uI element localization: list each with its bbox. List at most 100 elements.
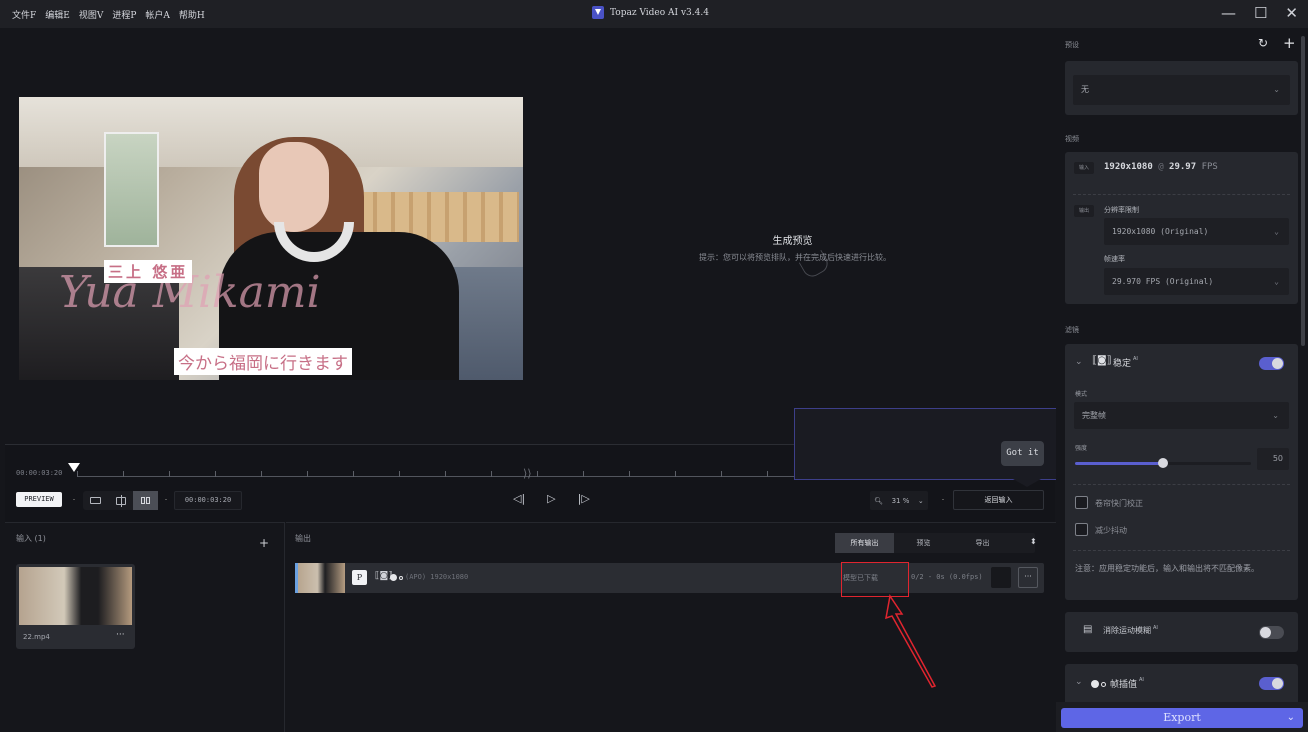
input-at: @ (1158, 162, 1164, 172)
rolling-shutter-checkbox[interactable] (1075, 496, 1088, 509)
strength-input[interactable]: 50 (1257, 448, 1289, 470)
previous-frame-button[interactable]: ◁| (513, 492, 525, 505)
topaz-logo-icon (592, 6, 604, 19)
motion-deblur-card: ▤ 消除运动模糊 AI (1065, 612, 1298, 652)
motion-deblur-title-text: 消除运动模糊 (1103, 626, 1151, 635)
timeline-tick (537, 471, 538, 477)
output-row[interactable]: P ⟦◙⟧ (APO) 1920x1080 模型已下载 0/2 - 0s (0.… (295, 563, 1044, 593)
onboarding-tooltip: Got it (794, 408, 1064, 487)
reduce-jitter-checkbox[interactable] (1075, 523, 1088, 536)
add-input-button[interactable]: + (259, 536, 269, 550)
framerate-dropdown[interactable]: 29.970 FPS (Original) ⌄ (1104, 268, 1289, 295)
frame-interpolation-title-text: 帧插值 (1110, 680, 1138, 690)
strength-slider-fill (1075, 462, 1163, 465)
generate-preview-hint: 提示：您可以将预览排队，并在完成后快速进行比较。 (699, 253, 891, 262)
got-it-button[interactable]: Got it (1001, 441, 1044, 466)
close-button[interactable]: ✕ (1285, 4, 1298, 22)
play-button[interactable]: ▷ (547, 492, 555, 505)
frame-interpolation-icon (1091, 680, 1106, 688)
video-label: 视频 (1065, 135, 1079, 143)
chevron-down-icon: ⌄ (1273, 85, 1280, 94)
timeline-tick (767, 471, 768, 477)
zoom-icon: 🔍︎ (874, 496, 884, 505)
stabilize-note: 注意：应用稳定功能后，输入和输出将不匹配像素。 (1075, 564, 1259, 573)
chevron-down-icon: ⌄ (1272, 411, 1279, 420)
output-more-button[interactable]: ··· (1018, 567, 1038, 588)
rolling-shutter-label: 卷帘快门校正 (1095, 499, 1143, 508)
sidebar-scrollbar[interactable] (1301, 36, 1305, 346)
annotation-highlight-box (841, 562, 909, 597)
mode-label: 模式 (1075, 391, 1088, 398)
menu-file[interactable]: 文件F (12, 8, 36, 21)
menu-process[interactable]: 进程P (112, 8, 136, 21)
video-settings-card: 输入 1920x1080 @ 29.97 FPS 输出 分辨率限制 1920x1… (1065, 152, 1298, 304)
input-video-card[interactable]: 22.mp4 ··· (16, 564, 135, 649)
playhead-handle[interactable] (68, 463, 80, 472)
video-caption-name: 三上 悠亜 (104, 260, 193, 283)
motion-deblur-toggle[interactable] (1259, 626, 1284, 639)
chevron-down-icon[interactable]: ⌄ (1075, 677, 1083, 687)
menu-view[interactable]: 视图V (79, 8, 104, 21)
window-controls: — ☐ ✕ (1221, 4, 1298, 22)
single-view-button[interactable] (83, 491, 108, 510)
timeline-tick (491, 471, 492, 477)
framerate-value: 29.970 FPS (Original) (1112, 277, 1214, 286)
timeline-tick (215, 471, 216, 477)
resolution-dropdown[interactable]: 1920x1080 (Original) ⌄ (1104, 218, 1289, 245)
input-spec: 1920x1080 @ 29.97 FPS (1104, 162, 1218, 172)
motion-deblur-icon: ▤ (1083, 624, 1093, 635)
add-preset-icon[interactable]: + (1283, 34, 1296, 52)
menu-account[interactable]: 帐户A (145, 8, 170, 21)
chevron-down-icon[interactable]: ⌄ (1287, 708, 1295, 728)
timeline-tick (169, 471, 170, 477)
input-tag: 输入 (1074, 162, 1094, 174)
preview-area: Yua Mikami 三上 悠亜 今から福岡に行きます 生成预览 提示：您可以将… (5, 28, 1055, 444)
menu-help[interactable]: 帮助H (179, 8, 205, 21)
timeline-tick (307, 471, 308, 477)
chevron-down-icon: ⌄ (917, 496, 924, 505)
input-filename: 22.mp4 (23, 633, 50, 641)
frame-interpolation-toggle[interactable] (1259, 677, 1284, 690)
export-label: Export (1163, 711, 1201, 724)
input-more-button[interactable]: ··· (116, 630, 125, 640)
back-to-input-button[interactable]: 返回输入 (953, 490, 1044, 510)
side-by-side-view-button[interactable] (133, 491, 158, 510)
app-title: Topaz Video AI v3.4.4 (592, 6, 709, 19)
tab-previews[interactable]: 预览 (894, 533, 953, 553)
timeline-tick (583, 471, 584, 477)
preview-button[interactable]: PREVIEW (16, 492, 62, 507)
generate-preview-title[interactable]: 生成预览 (705, 232, 880, 247)
zoom-dropdown[interactable]: 🔍︎ 31 % ⌄ (870, 491, 928, 510)
stabilize-toggle[interactable] (1259, 357, 1284, 370)
split-view-button[interactable] (108, 491, 133, 510)
preset-card: 无 ⌄ (1065, 61, 1298, 115)
timeline-track[interactable] (77, 471, 857, 477)
strength-slider-handle[interactable] (1158, 458, 1168, 468)
frame-interpolation-icon (390, 574, 403, 581)
reset-preset-icon[interactable]: ↻ (1258, 36, 1268, 50)
time-input[interactable]: 00:00:03:20 (174, 491, 242, 510)
strength-slider[interactable] (1075, 458, 1251, 468)
divider (1073, 484, 1290, 485)
maximize-button[interactable]: ☐ (1254, 4, 1267, 22)
tab-all-outputs[interactable]: 所有输出 (835, 533, 894, 553)
preset-dropdown[interactable]: 无 ⌄ (1073, 75, 1290, 105)
sort-icon[interactable]: ⬍ (1030, 537, 1037, 546)
video-frame[interactable]: Yua Mikami 三上 悠亜 今から福岡に行きます (19, 97, 523, 380)
filters-label: 滤镜 (1065, 326, 1079, 334)
separator (942, 499, 944, 500)
export-button[interactable]: Export ⌄ (1061, 708, 1303, 728)
output-tag: 输出 (1074, 205, 1094, 217)
chevron-down-icon[interactable]: ⌄ (1075, 357, 1083, 367)
minimize-button[interactable]: — (1221, 4, 1236, 22)
tab-exports[interactable]: 导出 (953, 533, 1012, 553)
input-resolution: 1920x1080 (1104, 162, 1153, 172)
next-frame-button[interactable]: |▷ (578, 492, 590, 505)
separator (165, 499, 167, 500)
mode-dropdown[interactable]: 完整帧 ⌄ (1074, 402, 1289, 429)
zoom-value: 31 % (891, 496, 910, 505)
transport-controls: ◁| ▷ |▷ (513, 492, 590, 505)
video-scene-fridge (104, 132, 159, 247)
menu-edit[interactable]: 编辑E (45, 8, 70, 21)
menu-bar: 文件F 编辑E 视图V 进程P 帐户A 帮助H (0, 8, 205, 21)
